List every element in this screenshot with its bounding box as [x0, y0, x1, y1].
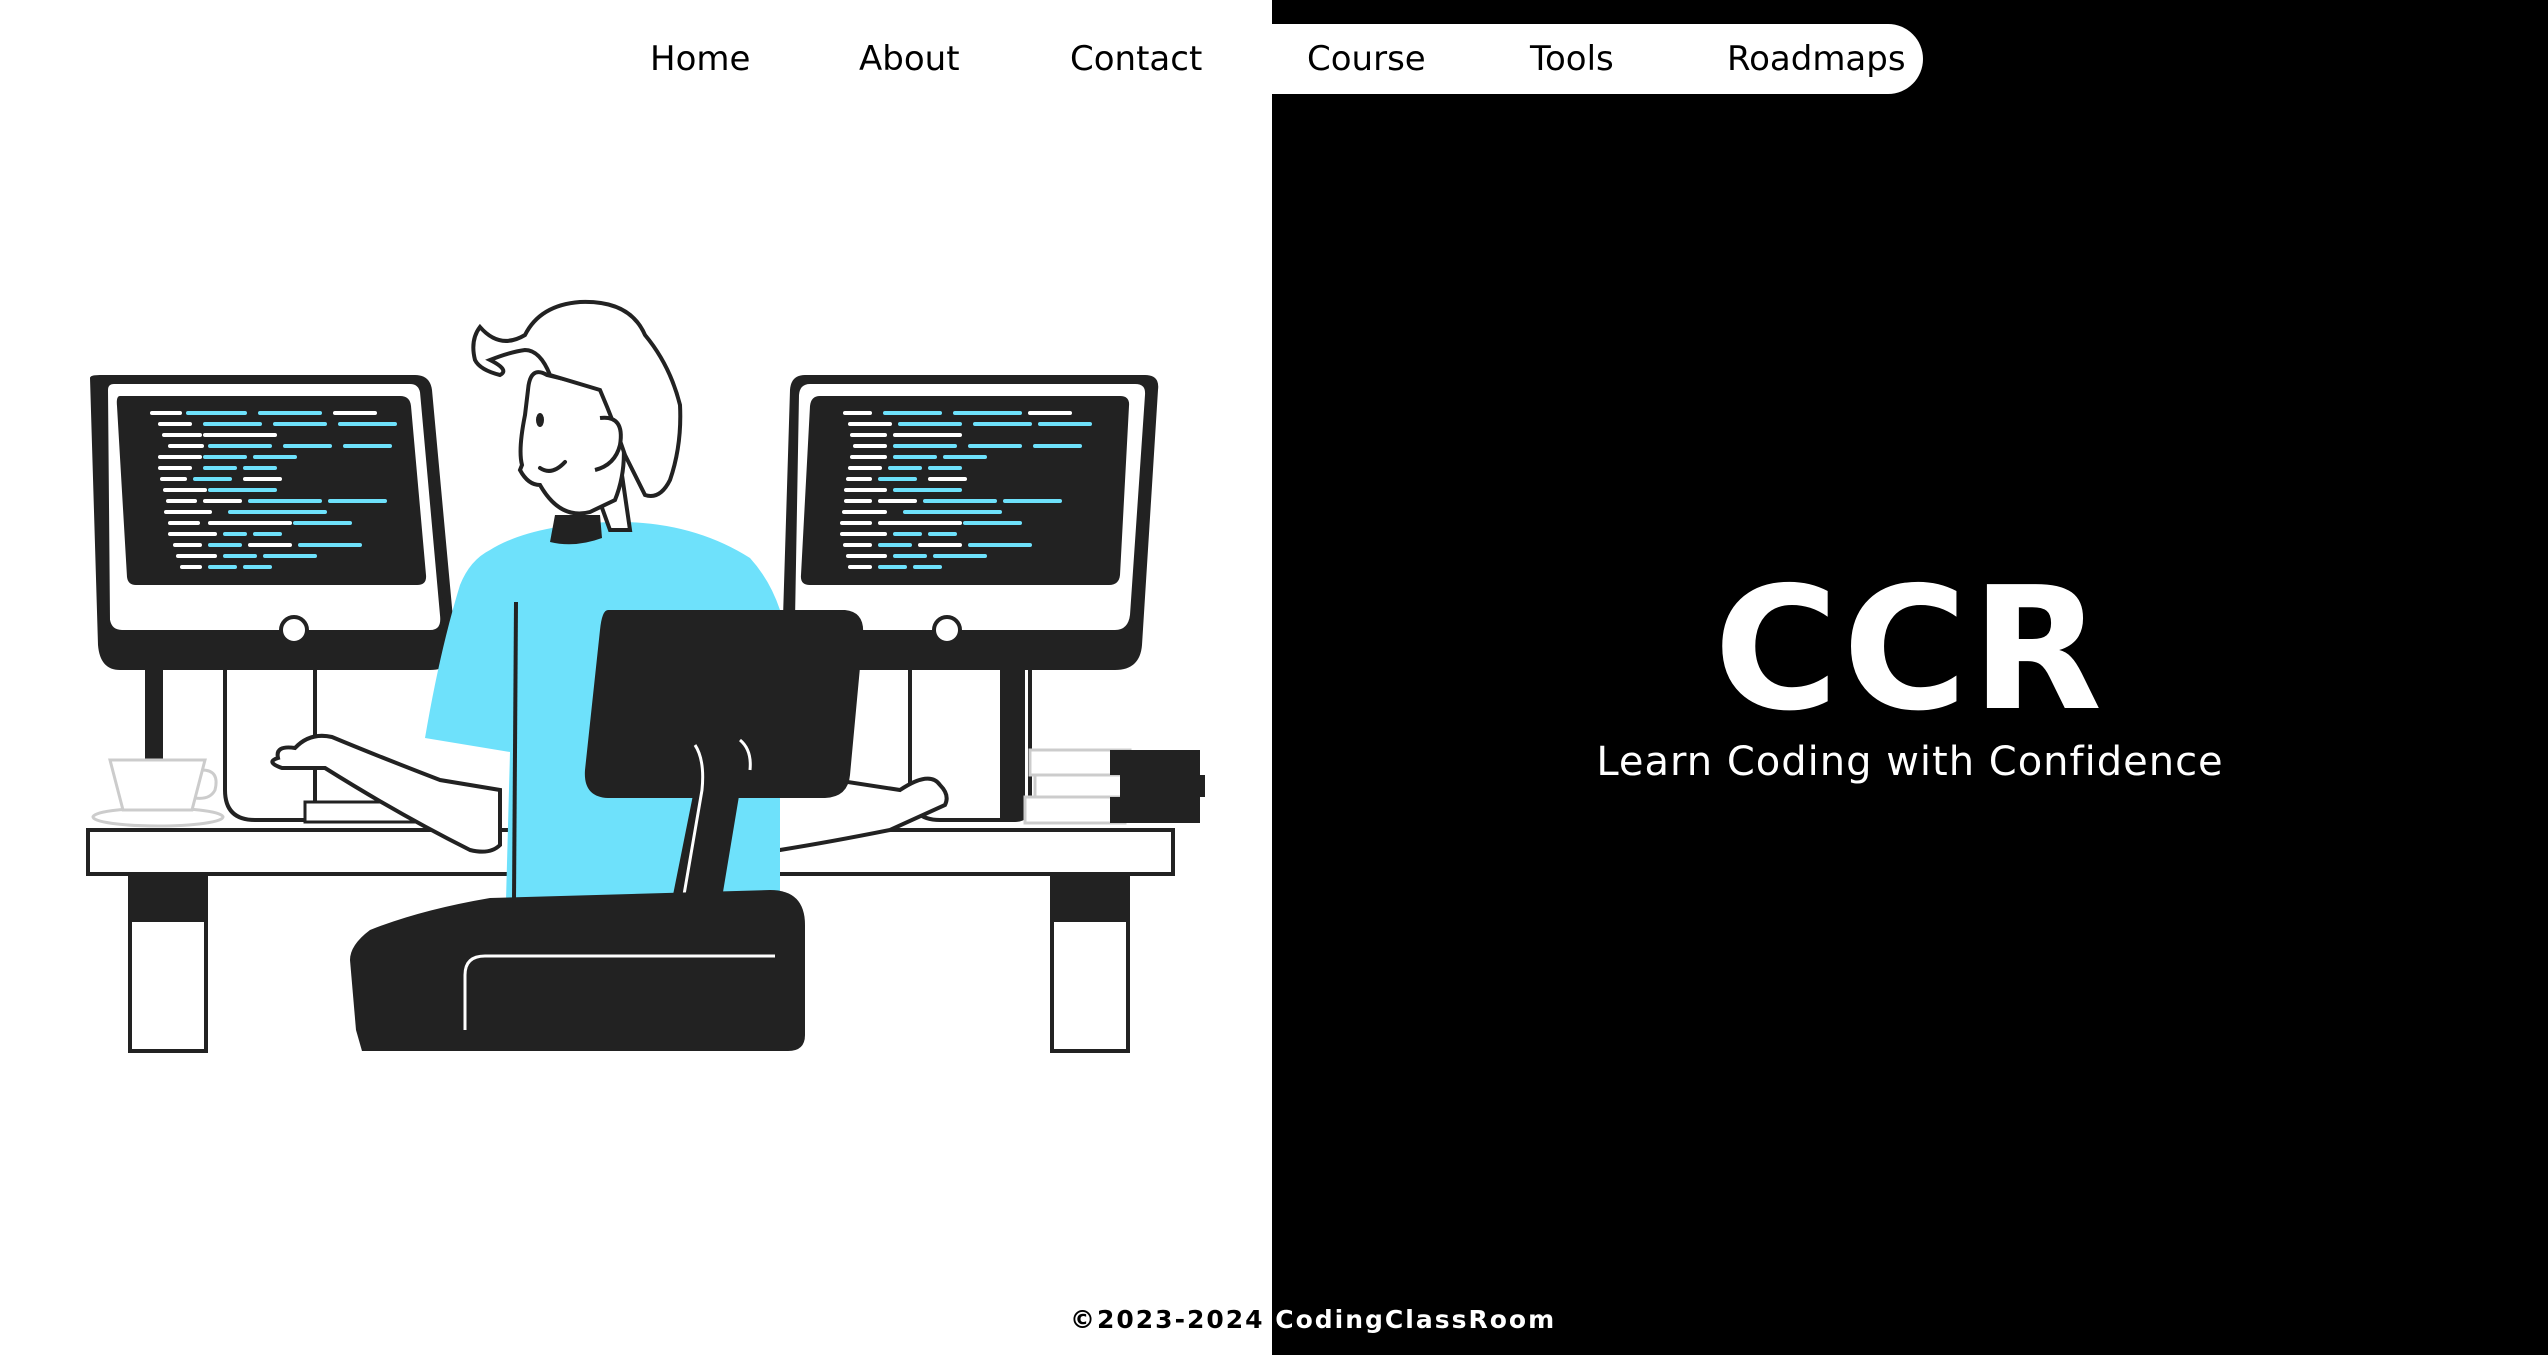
developer-at-desk-illustration	[86, 299, 1205, 1053]
hero-subtitle: Learn Coding with Confidence	[1596, 739, 2224, 785]
person-head	[471, 299, 683, 516]
copyright-brand: CodingClassRoom	[1275, 1305, 1557, 1334]
nav-contact-link[interactable]: Contact	[1070, 24, 1202, 94]
footer-copyright: ©2023-2024 CodingClassRoom	[1070, 1302, 1556, 1338]
landing-page: Home About Contact Course Tools Roadmaps	[0, 0, 2548, 1355]
hero-title: CCR	[1713, 551, 2107, 749]
left-monitor	[90, 375, 456, 822]
nav-about-link[interactable]: About	[859, 24, 960, 94]
copyright-years: ©2023-2024	[1070, 1305, 1276, 1334]
hero-section: CCR Learn Coding with Confidence	[1272, 0, 2548, 1355]
nav-home-link[interactable]: Home	[650, 24, 750, 94]
books-icon	[1023, 748, 1205, 825]
coffee-cup-icon	[91, 758, 225, 828]
